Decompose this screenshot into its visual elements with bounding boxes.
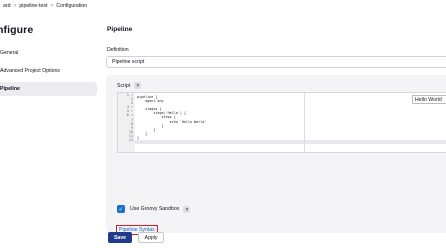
breadcrumb: ard > pipeline-test > Configuration — [0, 0, 90, 12]
sample-script-select[interactable]: Hello World — [412, 95, 446, 104]
breadcrumb-item-job[interactable]: pipeline-test — [16, 3, 50, 9]
code-area[interactable]: pipeline { agent any stages { stage('Hel… — [135, 95, 446, 145]
main-content: Pipeline Definition Pipeline script Scri… — [106, 18, 446, 248]
page-title: nfigure — [0, 24, 34, 36]
script-editor[interactable]: 1 ▾ 2 3 4 ▾ 5 ▾ 6 ▾ 7 8 9 10 11 12 pipeline { agent… — [117, 92, 446, 153]
editor-divider — [304, 93, 305, 152]
breadcrumb-item-dashboard[interactable]: ard — [0, 3, 14, 9]
section-title-pipeline: Pipeline — [107, 26, 133, 33]
form-buttons-row: Save Apply — [108, 232, 164, 243]
script-label: Script — [117, 82, 131, 89]
sandbox-checkbox[interactable]: ✓ — [117, 205, 125, 213]
line-number: 12 — [128, 138, 133, 143]
script-panel: Script ? 1 ▾ 2 3 4 ▾ 5 ▾ 6 ▾ 7 8 9 10 11 12 pipelin… — [106, 75, 446, 235]
sandbox-label: Use Groovy Sandbox — [130, 206, 180, 212]
sidebar-item-advanced-project-options[interactable]: Advanced Project Options — [0, 64, 97, 78]
sidebar-nav: General Advanced Project Options Pipelin… — [0, 46, 97, 100]
sidebar: nfigure General Advanced Project Options… — [0, 18, 100, 248]
script-label-row: Script ? — [117, 82, 142, 89]
definition-label: Definition — [107, 47, 129, 53]
apply-button[interactable]: Apply — [138, 232, 164, 243]
sidebar-item-general[interactable]: General — [0, 46, 97, 60]
definition-select[interactable]: Pipeline script — [106, 56, 446, 68]
code-line — [135, 140, 446, 145]
sidebar-item-pipeline[interactable]: Pipeline — [0, 82, 97, 96]
help-icon[interactable]: ? — [183, 205, 191, 213]
editor-gutter: 1 ▾ 2 3 4 ▾ 5 ▾ 6 ▾ 7 8 9 10 11 12 — [118, 93, 135, 152]
sandbox-row: ✓ Use Groovy Sandbox ? — [117, 205, 191, 213]
breadcrumb-item-configuration[interactable]: Configuration — [53, 3, 90, 9]
save-button[interactable]: Save — [108, 232, 132, 243]
help-icon[interactable]: ? — [134, 82, 142, 89]
